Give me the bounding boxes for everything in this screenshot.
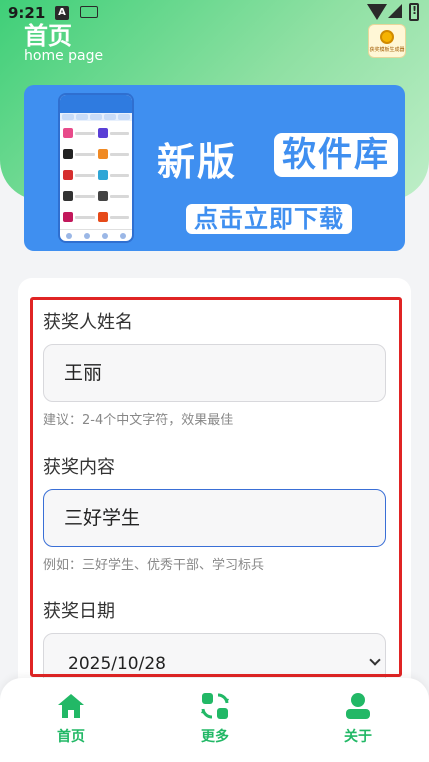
award-label: 获奖内容	[43, 457, 115, 478]
medal-icon	[380, 29, 394, 44]
banner-title: 新版	[157, 140, 238, 184]
refresh-grid-icon	[201, 693, 229, 719]
home-icon	[58, 694, 84, 718]
page-subtitle: home page	[24, 48, 104, 64]
nav-item-home[interactable]: 首页	[31, 692, 111, 746]
date-label: 获奖日期	[43, 601, 115, 622]
date-value: 2025/10/28	[68, 654, 166, 674]
logo-text: 获奖模板生成器	[369, 46, 405, 53]
nav-label-about: 关于	[344, 729, 372, 745]
download-button[interactable]: 点击立即下载	[186, 204, 352, 234]
name-hint: 建议：2-4个中文字符，效果最佳	[43, 413, 234, 428]
name-label: 获奖人姓名	[43, 312, 133, 333]
nav-label-home: 首页	[57, 729, 85, 745]
award-hint: 例如：三好学生、优秀干部、学习标兵	[43, 558, 265, 573]
name-input[interactable]: 王丽	[43, 344, 386, 402]
page-title: 首页	[24, 22, 72, 50]
keyboard-icon	[80, 6, 98, 18]
chevron-down-icon	[369, 654, 381, 666]
banner-title-boxed: 软件库	[274, 133, 398, 177]
phone-mockup-image	[58, 93, 134, 243]
bottom-nav: 首页 更多 关于	[0, 678, 429, 762]
nav-item-more[interactable]: 更多	[175, 692, 255, 746]
promo-banner[interactable]: 新版 软件库 点击立即下载	[24, 85, 405, 251]
user-icon	[346, 693, 370, 719]
award-input[interactable]: 三好学生	[43, 489, 386, 547]
wifi-icon	[367, 4, 387, 20]
nav-label-more: 更多	[201, 729, 229, 745]
app-logo[interactable]: 获奖模板生成器	[368, 24, 406, 58]
nav-item-about[interactable]: 关于	[318, 692, 398, 746]
signal-icon	[388, 4, 402, 18]
battery-alert-icon	[409, 3, 419, 21]
